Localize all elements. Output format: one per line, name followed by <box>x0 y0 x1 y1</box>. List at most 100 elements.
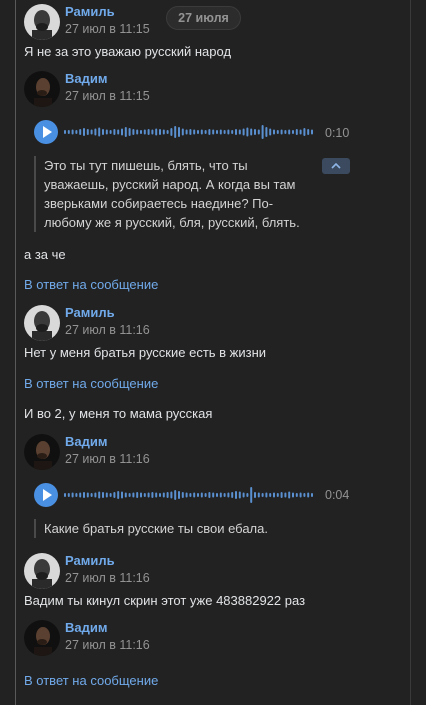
voice-duration: 0:04 <box>325 488 350 502</box>
waveform-bar <box>174 490 177 500</box>
waveform-bar <box>288 491 291 499</box>
waveform-bar <box>155 492 158 498</box>
waveform-bar <box>79 492 82 498</box>
waveform-bar <box>231 130 234 134</box>
waveform-bar <box>71 492 74 498</box>
waveform-bar <box>189 129 192 135</box>
waveform-bar <box>242 128 245 136</box>
waveform-bar <box>216 493 218 497</box>
waveform-bar <box>98 127 101 137</box>
timestamp[interactable]: 27 июл в 11:16 <box>65 571 150 585</box>
waveform-bar <box>261 493 264 497</box>
waveform-bar <box>90 493 93 497</box>
reply-link[interactable]: В ответ на сообщение <box>24 376 158 391</box>
waveform-bar <box>212 129 215 135</box>
timestamp[interactable]: 27 июл в 11:16 <box>65 452 150 466</box>
author-name[interactable]: Вадим <box>65 620 107 635</box>
avatar[interactable] <box>24 305 60 341</box>
avatar[interactable] <box>24 434 60 470</box>
waveform-bar <box>136 492 139 498</box>
transcript-line: Какие братья русские ты свои ебала. <box>44 521 268 536</box>
waveform-bar <box>94 492 97 498</box>
waveform-bar <box>269 493 272 497</box>
timestamp[interactable]: 27 июл в 11:16 <box>65 638 150 652</box>
waveform-bar <box>269 128 272 136</box>
waveform-bar <box>273 492 275 498</box>
waveform-bar <box>143 129 146 135</box>
waveform-bar <box>79 129 82 135</box>
voice-waveform[interactable] <box>64 484 316 506</box>
waveform-bar <box>246 127 249 137</box>
waveform-bar <box>121 491 123 499</box>
waveform-bar <box>208 492 211 498</box>
waveform-bar <box>124 492 127 498</box>
waveform-bar <box>295 493 298 497</box>
play-button[interactable] <box>34 483 58 507</box>
waveform-bar <box>75 493 78 497</box>
waveform-bar <box>147 129 150 135</box>
waveform-bar <box>303 128 306 136</box>
waveform-bar <box>257 492 260 498</box>
waveform-bar <box>105 129 108 135</box>
waveform-bar <box>276 493 279 497</box>
waveform-bar <box>200 129 203 135</box>
play-button[interactable] <box>34 120 58 144</box>
waveform-bar <box>250 487 253 503</box>
collapse-transcript-button[interactable] <box>322 158 350 174</box>
waveform-bar <box>193 492 196 498</box>
waveform-bar <box>67 493 70 497</box>
play-icon <box>43 489 52 501</box>
avatar[interactable] <box>24 71 60 107</box>
author-name[interactable]: Вадим <box>65 71 107 86</box>
reply-link[interactable]: В ответ на сообщение <box>24 277 158 292</box>
waveform-bar <box>181 128 184 136</box>
waveform-bar <box>197 130 199 134</box>
waveform-bar <box>235 129 237 135</box>
waveform-bar <box>136 129 139 135</box>
author-name[interactable]: Рамиль <box>65 553 115 568</box>
transcript-line: Это ты тут пишешь, блять, что ты <box>44 158 248 173</box>
timestamp[interactable]: 27 июл в 11:15 <box>65 22 150 36</box>
timestamp[interactable]: 27 июл в 11:15 <box>65 89 150 103</box>
author-name[interactable]: Рамиль <box>65 4 115 19</box>
author-name[interactable]: Вадим <box>65 434 107 449</box>
waveform-bar <box>284 492 287 498</box>
reply-link[interactable]: В ответ на сообщение <box>24 673 158 688</box>
waveform-bar <box>219 492 222 498</box>
waveform-bar <box>86 129 89 135</box>
waveform-bar <box>181 492 184 498</box>
waveform-bar <box>113 492 116 498</box>
voice-waveform[interactable] <box>64 121 316 143</box>
waveform-bar <box>159 129 161 135</box>
waveform-bar <box>155 128 158 136</box>
author-name[interactable]: Рамиль <box>65 305 115 320</box>
waveform-bar <box>117 491 120 499</box>
waveform-bar <box>166 130 169 134</box>
waveform-bar <box>151 129 154 135</box>
avatar[interactable] <box>24 4 60 40</box>
waveform-bar <box>121 128 123 136</box>
waveform-bar <box>299 492 302 498</box>
waveform-bar <box>102 129 104 135</box>
waveform-bar <box>75 130 78 134</box>
waveform-bar <box>254 129 256 135</box>
waveform-bar <box>193 129 196 135</box>
waveform-bar <box>143 493 146 497</box>
avatar[interactable] <box>24 620 60 656</box>
waveform-bar <box>238 129 241 135</box>
chevron-up-icon <box>331 163 341 169</box>
message-text: Нет у меня братья русские есть в жизни <box>24 345 267 360</box>
waveform-bar <box>132 129 135 135</box>
timestamp[interactable]: 27 июл в 11:16 <box>65 323 150 337</box>
waveform-bar <box>284 130 287 134</box>
waveform-bar <box>231 492 234 498</box>
waveform-bar <box>105 492 108 498</box>
message-text: Я не за это уважаю русский народ <box>24 44 232 59</box>
avatar[interactable] <box>24 553 60 589</box>
waveform-bar <box>219 129 222 135</box>
waveform-bar <box>276 130 279 134</box>
waveform-bar <box>64 493 66 497</box>
waveform-bar <box>124 127 127 137</box>
scroll-divider <box>410 0 411 705</box>
waveform-bar <box>303 493 306 497</box>
